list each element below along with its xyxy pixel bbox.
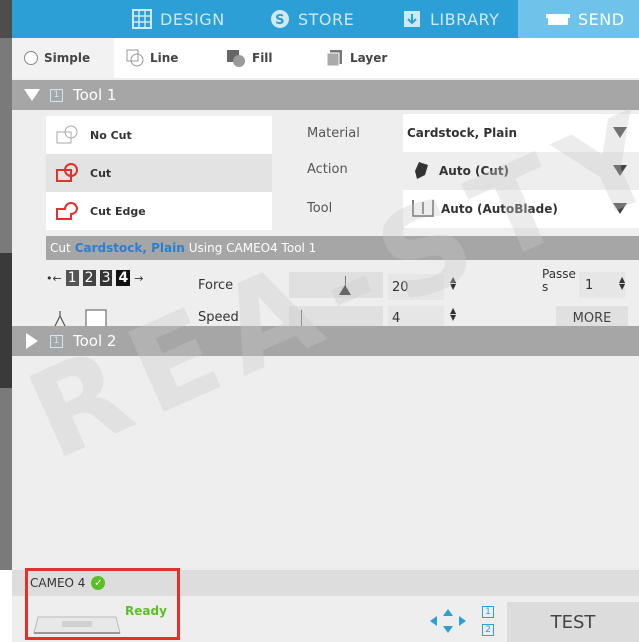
move-arrows-icon[interactable] xyxy=(428,607,468,635)
speed-label: Speed xyxy=(198,310,239,325)
cut-edge-icon xyxy=(56,202,79,220)
arrow-right-icon: → xyxy=(134,271,144,285)
radio-icon xyxy=(24,51,38,65)
mode-line[interactable]: Line xyxy=(114,38,214,78)
cut-option-label: Cut xyxy=(90,166,112,180)
mode-tabs: Simple Line Fill Layer xyxy=(12,38,639,78)
chevron-down-icon xyxy=(613,165,627,176)
gutter-scroll-handle[interactable] xyxy=(0,253,12,388)
mode-line-label: Line xyxy=(150,51,179,65)
send-panel: Simple Line Fill Layer 1 Tool 1 No Cut C… xyxy=(12,38,639,642)
cut-option-cut[interactable]: Cut xyxy=(46,154,272,192)
blade-icon xyxy=(415,162,428,179)
send-icon xyxy=(546,14,570,25)
material-label: Material xyxy=(307,126,360,141)
action-value: Auto (Cut) xyxy=(439,164,510,178)
tool1-header[interactable]: 1 Tool 1 xyxy=(12,80,639,110)
top-nav: DESIGN S STORE LIBRARY SEND xyxy=(0,0,639,38)
mode-layer[interactable]: Layer xyxy=(314,38,414,78)
cut-options: No Cut Cut Cut Edge xyxy=(46,116,272,230)
tab-design[interactable]: DESIGN xyxy=(132,0,225,38)
cut-option-no-cut[interactable]: No Cut xyxy=(46,116,272,154)
cut-icon xyxy=(56,163,78,182)
cut-summary: Cut Cardstock, Plain Using CAMEO4 Tool 1 xyxy=(46,236,639,260)
force-stepper-icon[interactable]: ▲ ▼ xyxy=(450,276,456,291)
no-cut-icon xyxy=(56,125,78,144)
mode-layer-label: Layer xyxy=(350,51,388,65)
cut-option-label: Cut Edge xyxy=(90,204,146,218)
tool2-header[interactable]: 1 Tool 2 xyxy=(12,326,639,356)
tab-library-label: LIBRARY xyxy=(430,9,500,29)
force-input[interactable]: 20 xyxy=(388,274,444,300)
tool-number-icon: 1 xyxy=(50,88,63,102)
tab-library[interactable]: LIBRARY xyxy=(402,0,499,38)
highlight-box xyxy=(25,568,180,640)
tool-select[interactable]: Auto (AutoBlade) xyxy=(403,190,639,228)
tool-value: Auto (AutoBlade) xyxy=(441,202,558,216)
depth-digit: 2 xyxy=(82,270,96,286)
expand-icon xyxy=(26,333,38,349)
tool-number-icon: 1 xyxy=(50,334,63,348)
passes-stepper-icon[interactable]: ▲ ▼ xyxy=(619,276,625,291)
action-label: Action xyxy=(307,162,348,177)
tab-send[interactable]: SEND xyxy=(518,0,639,38)
passes-label-line1: Passe xyxy=(542,267,576,281)
summary-material: Cardstock, Plain xyxy=(74,241,185,255)
chevron-down-icon xyxy=(613,127,627,138)
collapse-icon xyxy=(24,89,40,101)
speed-value: 4 xyxy=(392,310,401,326)
autoblade-icon xyxy=(412,200,434,217)
mode-simple[interactable]: Simple xyxy=(12,38,114,78)
material-select[interactable]: Cardstock, Plain xyxy=(403,114,639,152)
test-button[interactable]: TEST xyxy=(507,602,639,642)
library-icon xyxy=(404,11,420,27)
slider-thumb[interactable] xyxy=(339,285,351,295)
store-icon: S xyxy=(271,10,289,28)
cut-option-cut-edge[interactable]: Cut Edge xyxy=(46,192,272,230)
force-value: 20 xyxy=(392,279,409,295)
tab-store-label: STORE xyxy=(298,9,355,29)
svg-text:S: S xyxy=(275,13,285,28)
tool2-title: Tool 2 xyxy=(73,332,117,350)
depth-digit: 1 xyxy=(65,270,79,286)
mode-simple-label: Simple xyxy=(44,51,91,65)
layer-mode-icon xyxy=(326,50,342,67)
summary-suffix: Using CAMEO4 Tool 1 xyxy=(188,241,317,255)
blade-depth[interactable]: •← 1 2 3 4 → xyxy=(46,270,143,286)
passes-label-line2: s xyxy=(542,280,549,294)
tab-store[interactable]: S STORE xyxy=(270,0,354,38)
speed-stepper-icon[interactable]: ▲ ▼ xyxy=(450,307,456,322)
grid-icon xyxy=(132,9,152,29)
summary-prefix: Cut xyxy=(50,241,71,255)
passes-label: Passe s xyxy=(542,268,576,294)
passes-value: 1 xyxy=(585,277,594,293)
force-slider[interactable] xyxy=(289,272,383,298)
fill-mode-icon xyxy=(227,50,245,67)
depth-digit: 4 xyxy=(116,270,131,286)
force-label: Force xyxy=(198,278,234,293)
depth-digit: 3 xyxy=(99,270,113,286)
tab-design-label: DESIGN xyxy=(160,9,225,29)
mode-fill[interactable]: Fill xyxy=(214,38,314,78)
chevron-down-icon xyxy=(613,203,627,214)
action-select[interactable]: Auto (Cut) xyxy=(403,152,639,190)
line-mode-icon xyxy=(126,49,144,67)
arrow-left-icon: •← xyxy=(46,271,62,285)
tool-2-selector[interactable]: 2 xyxy=(482,624,494,636)
tool1-title: Tool 1 xyxy=(73,86,117,104)
tool-label: Tool xyxy=(307,201,333,216)
mode-fill-label: Fill xyxy=(252,51,273,65)
left-gutter xyxy=(0,38,12,570)
tab-send-label: SEND xyxy=(578,9,625,29)
cut-option-label: No Cut xyxy=(90,128,132,142)
tool-1-selector[interactable]: 1 xyxy=(482,606,494,618)
material-value: Cardstock, Plain xyxy=(407,126,518,140)
